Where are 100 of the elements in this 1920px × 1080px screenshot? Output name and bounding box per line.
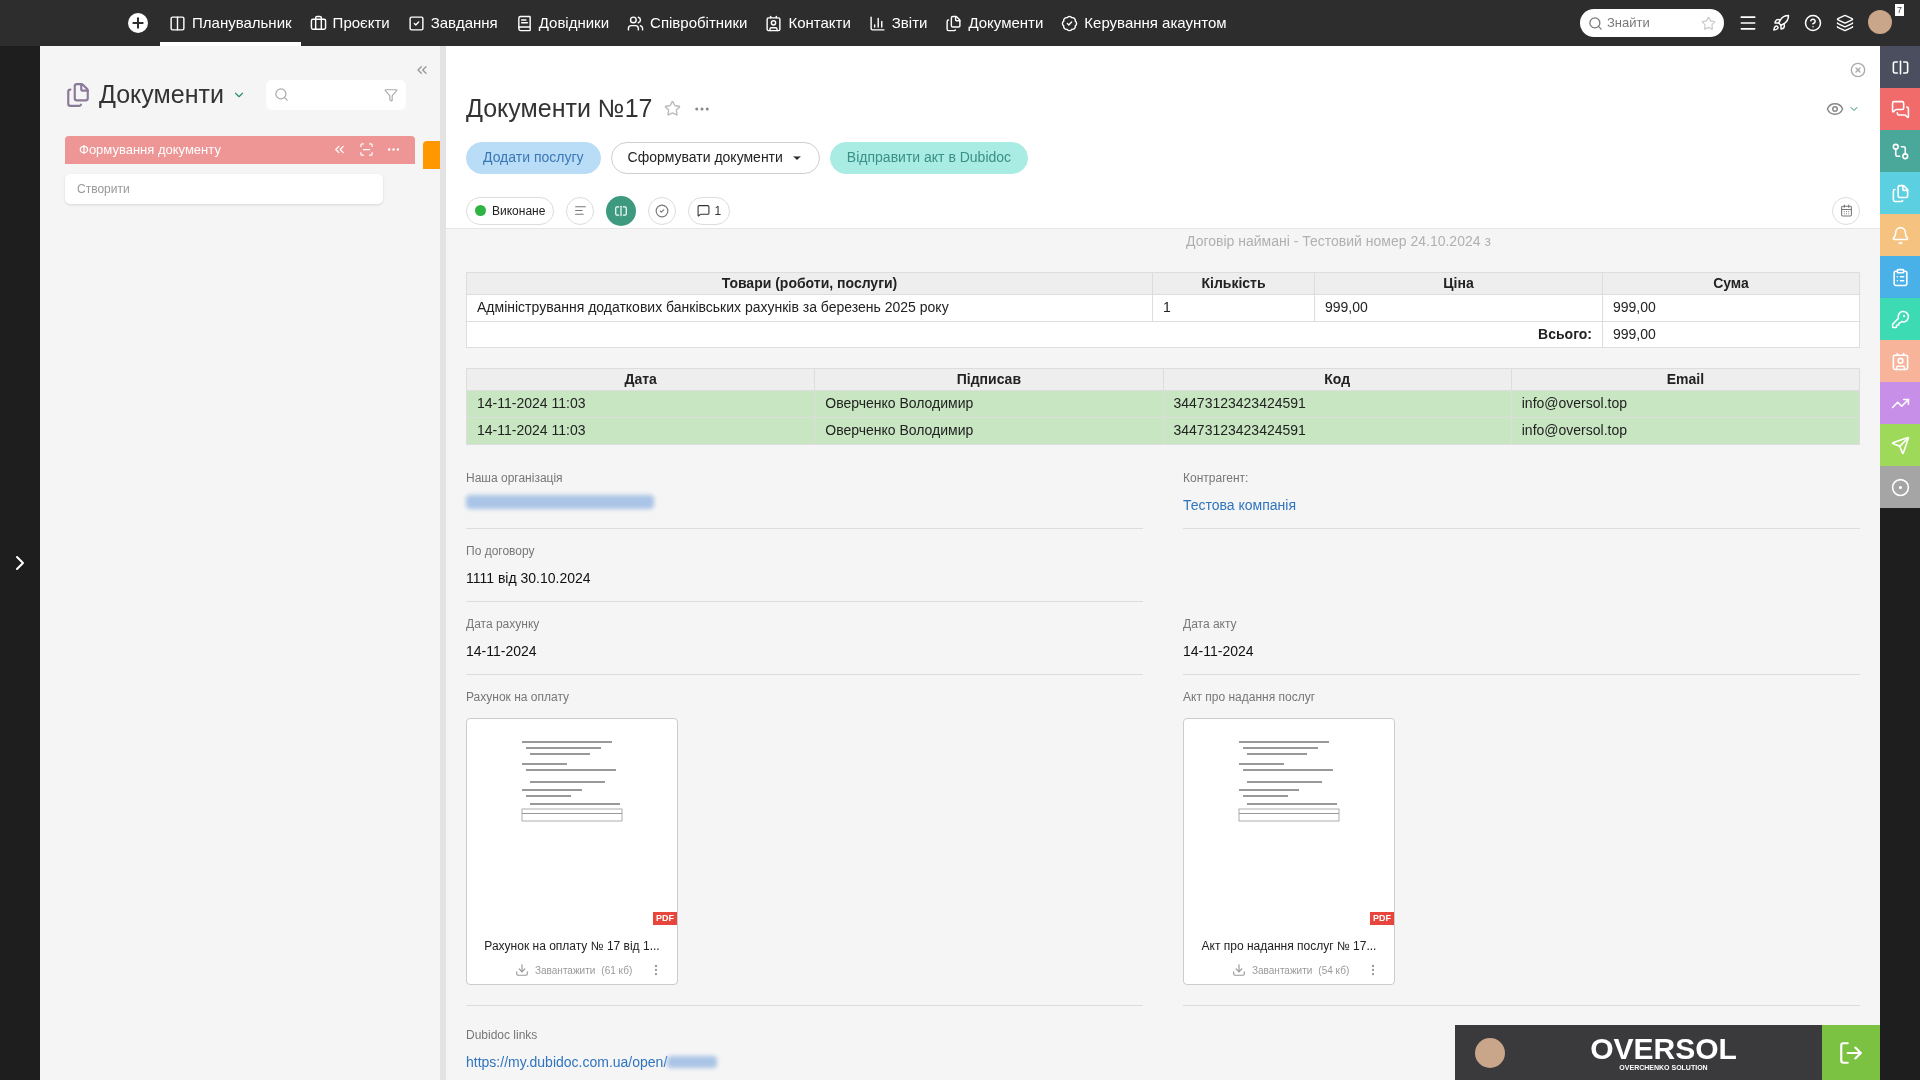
panel-title: Документи (99, 79, 224, 110)
key-icon (1890, 309, 1910, 329)
file-size: (61 кб) (601, 963, 633, 978)
field-label: Дата акту (1183, 615, 1238, 633)
bell-button[interactable] (1880, 214, 1920, 256)
table-cell: 999,00 (1602, 321, 1860, 347)
column-header: Сума (1602, 272, 1860, 294)
flow-button[interactable] (1880, 130, 1920, 172)
circle-button[interactable] (1880, 466, 1920, 508)
users-icon (627, 14, 645, 32)
contact-icon (765, 14, 783, 32)
column-header: Ціна (1314, 272, 1603, 294)
field-label: По договору (466, 542, 536, 560)
clipboard-button[interactable] (1880, 256, 1920, 298)
avatar[interactable] (1868, 10, 1892, 34)
layers-icon[interactable] (1836, 14, 1854, 32)
nav-tab[interactable]: Керування акаунтом (1052, 0, 1236, 46)
search-icon (273, 87, 289, 103)
field-label: Рахунок на оплату (466, 688, 570, 706)
total-label: Всього: (466, 321, 1603, 347)
nav-tab[interactable]: Довідники (506, 0, 619, 46)
nav-tab[interactable]: Проєкти (300, 0, 399, 46)
column-header: Код (1163, 368, 1512, 390)
nav-tab[interactable]: Завдання (398, 0, 507, 46)
file-name: Рахунок на оплату № 17 від 1... (484, 937, 660, 955)
search-field[interactable]: Знайти (1580, 9, 1724, 37)
dubidoc-link[interactable]: https://my.dubidoc.com.ua/open/ (466, 1051, 668, 1073)
table-cell: 34473123423424591 (1163, 390, 1512, 417)
pdf-badge: PDF (1370, 911, 1394, 925)
signpost-button[interactable] (1880, 46, 1920, 88)
linked-note: Договір наймані - Тестовий номер 24.10.2024 з (1186, 231, 1492, 251)
files-icon (1890, 183, 1910, 203)
table-cell: info@oversol.top (1511, 390, 1860, 417)
help-icon[interactable] (1804, 14, 1822, 32)
add-icon[interactable] (128, 13, 148, 33)
files-button[interactable] (1880, 172, 1920, 214)
logout-button[interactable] (1822, 1025, 1880, 1080)
nav-tab[interactable]: Співробітники (618, 0, 757, 46)
logout-icon (1838, 1039, 1864, 1066)
column-header: Email (1511, 368, 1860, 390)
filter-icon[interactable] (383, 87, 398, 102)
field-value: 14-11-2024 (1183, 641, 1255, 661)
table-cell: 999,00 (1602, 294, 1860, 321)
files-icon (945, 14, 963, 32)
field-label: Акт про надання послуг (1183, 688, 1316, 706)
column-header: Товари (роботи, послуги) (466, 272, 1153, 294)
field-link[interactable]: Тестова компанія (1183, 494, 1860, 516)
search-icon (1588, 15, 1603, 31)
avatar (1475, 1037, 1505, 1068)
star-icon[interactable] (1701, 15, 1716, 31)
contact-button[interactable] (1880, 340, 1920, 382)
file-size: (54 кб) (1318, 963, 1350, 978)
comment-icon (697, 204, 711, 217)
send-button[interactable] (1880, 424, 1920, 466)
rocket-icon[interactable] (1772, 14, 1790, 32)
field-value: 14-11-2024 (466, 641, 538, 661)
field-label: Контрагент: (1183, 469, 1250, 487)
bar-chart-icon (868, 14, 886, 32)
field-label: Дата рахунку (466, 615, 541, 633)
chart-button[interactable] (1880, 382, 1920, 424)
action-button[interactable]: Сформувати документи (610, 141, 820, 174)
table-cell: 14-11-2024 11:03 (466, 390, 815, 417)
close-icon[interactable] (1850, 62, 1866, 78)
table-cell: info@oversol.top (1511, 417, 1860, 444)
field-value: 1111 від 30.10.2024 (466, 568, 592, 588)
download-icon[interactable] (515, 963, 529, 977)
notification-count: 7 (1895, 4, 1904, 16)
table-cell: 999,00 (1314, 294, 1603, 321)
clipboard-icon (1890, 267, 1910, 287)
nav-tab[interactable]: Звіти (859, 0, 937, 46)
chat-icon (1890, 99, 1910, 119)
signpost-icon (1890, 57, 1910, 77)
file-card[interactable]: PDF Акт про надання послуг № 17... Завантажити (54 кб) (1183, 717, 1395, 985)
nav-tab[interactable]: Документи (936, 0, 1053, 46)
calendar-icon (1839, 204, 1853, 217)
search-field[interactable] (265, 79, 406, 110)
contact-icon (1890, 351, 1910, 371)
send-icon (1890, 435, 1910, 455)
menu-icon[interactable] (1738, 13, 1758, 33)
column-header: Підписав (814, 368, 1163, 390)
column-header: Дата (466, 368, 815, 390)
key-button[interactable] (1880, 298, 1920, 340)
field-label: Наша організація (466, 469, 564, 487)
nav-tab[interactable]: Контакти (756, 0, 860, 46)
table-cell: 34473123423424591 (1163, 417, 1512, 444)
pdf-badge: PDF (653, 911, 677, 925)
file-name: Акт про надання послуг № 17... (1201, 937, 1377, 955)
download-icon[interactable] (1232, 963, 1246, 977)
book-icon (515, 14, 533, 32)
signpost-button[interactable] (606, 195, 637, 226)
star-icon[interactable] (664, 100, 682, 118)
signpost-icon (614, 203, 629, 218)
brand-name: OVERSOL (1590, 1034, 1737, 1064)
column-header: Кількість (1152, 272, 1315, 294)
document-title: Документи №17 (466, 93, 653, 124)
file-card[interactable]: PDF Рахунок на оплату № 17 від 1... Завантажити (61 кб) (466, 717, 678, 985)
scan-icon[interactable] (359, 142, 374, 157)
field-label: Dubidoc links (466, 1026, 538, 1044)
bell-icon (1890, 225, 1910, 245)
table-cell: 14-11-2024 11:03 (466, 417, 815, 444)
